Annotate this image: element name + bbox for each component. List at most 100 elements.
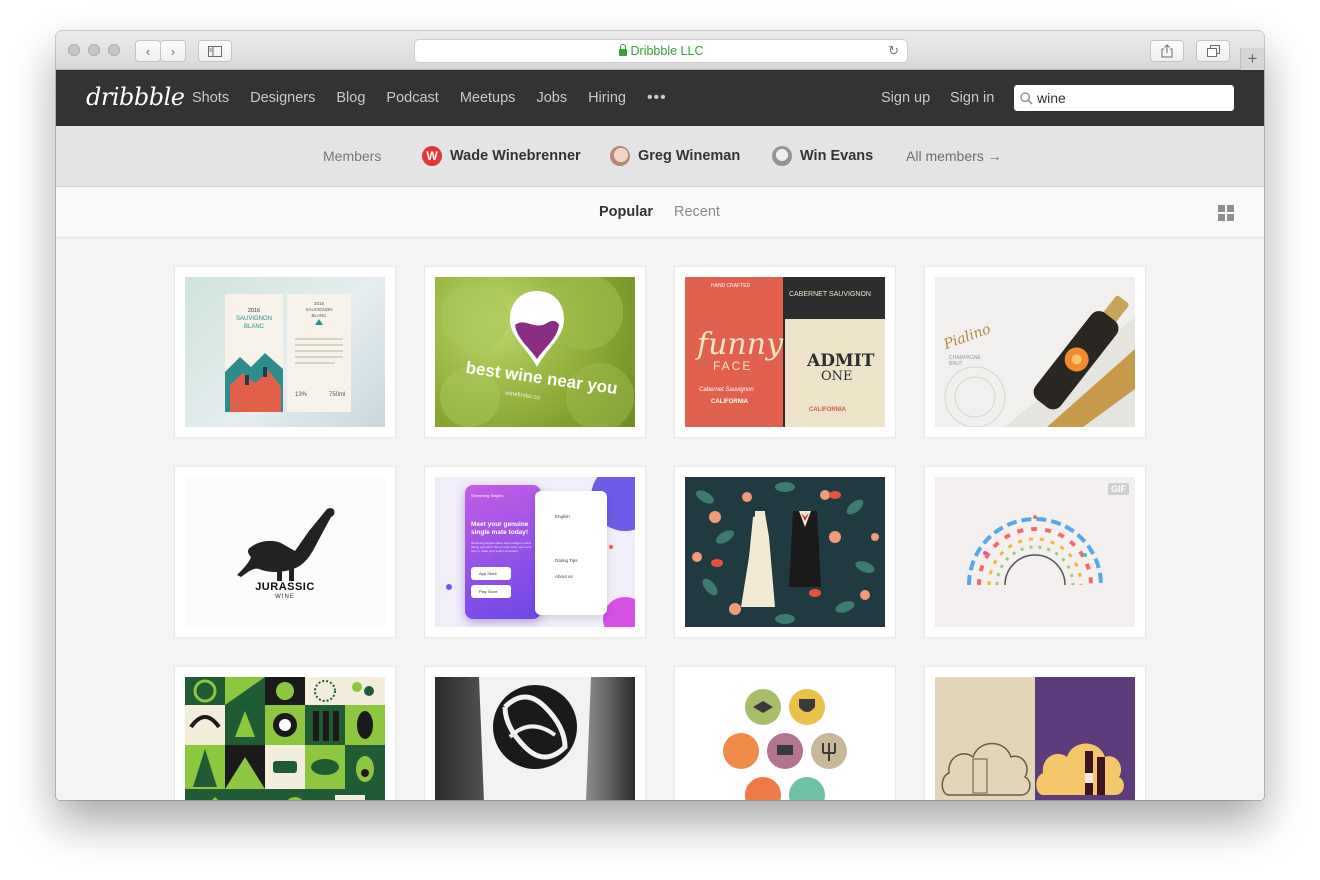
shot-card[interactable]: Pialino CHAMPAGNE BRUT (925, 267, 1145, 437)
shot-card[interactable]: JURASSIC WINE (175, 467, 395, 637)
nav-podcast[interactable]: Podcast (386, 90, 438, 106)
label-ca: CALIFORNIA (711, 399, 748, 405)
app-store-button[interactable]: App Store (471, 567, 511, 580)
avatar (772, 146, 792, 166)
shot-card[interactable] (925, 667, 1145, 800)
chevron-left-icon: ‹ (145, 43, 151, 59)
new-tab-button[interactable]: + (1240, 48, 1264, 70)
member-wade-winebrenner[interactable]: W Wade Winebrenner (422, 146, 581, 166)
nav-blog[interactable]: Blog (336, 90, 365, 106)
member-greg-wineman[interactable]: Greg Wineman (610, 146, 740, 166)
back-label-subtitle: BLANC (311, 313, 327, 318)
shot-thumbnail[interactable] (185, 677, 385, 800)
members-bar: Members W Wade Winebrenner Greg Wineman … (56, 126, 1264, 187)
label-cab: Cabernet Sauvignon (699, 387, 754, 393)
search-box (1014, 85, 1234, 111)
nav-jobs[interactable]: Jobs (536, 90, 567, 106)
minimize-window-button[interactable] (88, 44, 100, 56)
member-name: Greg Wineman (638, 148, 741, 164)
nav-hiring[interactable]: Hiring (588, 90, 626, 106)
plus-icon: + (1247, 49, 1258, 68)
shot-thumbnail[interactable] (685, 477, 885, 627)
shot-thumbnail[interactable] (935, 677, 1135, 800)
brand-sub: CHAMPAGNE BRUT (949, 355, 981, 367)
browser-window: ‹ › Dribbble LLC ↻ + dribbble Shots Desi… (56, 31, 1264, 800)
shot-thumbnail[interactable]: 2016 SAUVIGNON BLANC 2016 SAUVIGNON BLAN… (185, 277, 385, 427)
alcohol-label: 13% (295, 392, 308, 398)
play-store-button[interactable]: Play Store (471, 585, 511, 598)
label-year: 2016 (247, 308, 261, 314)
filter-bar: Popular Recent (56, 187, 1264, 238)
member-name: Wade Winebrenner (450, 148, 581, 164)
site-header: dribbble Shots Designers Blog Podcast Me… (56, 70, 1264, 126)
shot-card[interactable]: 2016 SAUVIGNON BLANC 2016 SAUVIGNON BLAN… (175, 267, 395, 437)
shot-card[interactable]: ME (425, 667, 645, 800)
sign-in-link[interactable]: Sign in (950, 70, 994, 126)
shot-thumbnail[interactable]: Streaming Singles Meet your genuine sing… (435, 477, 635, 627)
shots-grid: 2016 SAUVIGNON BLANC 2016 SAUVIGNON BLAN… (56, 239, 1264, 800)
tab-recent[interactable]: Recent (674, 204, 720, 220)
shot-thumbnail[interactable]: JURASSIC WINE (185, 477, 385, 627)
members-label: Members (323, 148, 382, 164)
shot-thumbnail[interactable]: HAND CRAFTED funny FACE Cabernet Sauvign… (685, 277, 885, 427)
sidebar-toggle-button[interactable] (198, 40, 232, 62)
shot-thumbnail[interactable]: GIF (935, 477, 1135, 627)
avatar (610, 146, 630, 166)
address-bar-label: Dribbble LLC (630, 44, 704, 58)
all-members-link[interactable]: All members → (906, 148, 1002, 164)
label-ca-right: CALIFORNIA (809, 407, 846, 413)
label-funny: funny (697, 327, 784, 362)
tab-popular[interactable]: Popular (599, 204, 653, 220)
search-icon (1020, 91, 1033, 105)
shot-card[interactable] (175, 667, 395, 800)
gif-badge: GIF (1108, 483, 1129, 495)
lock-icon (618, 43, 627, 56)
sign-up-link[interactable]: Sign up (881, 70, 930, 126)
close-window-button[interactable] (68, 44, 80, 56)
label-cab-top: CABERNET SAUVIGNON (789, 291, 871, 298)
label-handcrafted: HAND CRAFTED (711, 283, 751, 289)
shot-thumbnail[interactable]: Pialino CHAMPAGNE BRUT (935, 277, 1135, 427)
tabs-icon (1206, 45, 1220, 57)
tabs-overview-button[interactable] (1196, 40, 1230, 62)
reload-icon[interactable]: ↻ (888, 43, 899, 59)
browser-titlebar: ‹ › Dribbble LLC ↻ + (56, 31, 1264, 70)
label-one: ONE (821, 369, 853, 384)
shot-card[interactable] (675, 667, 895, 800)
dribbble-logo[interactable]: dribbble (86, 83, 185, 111)
more-menu-icon[interactable]: ••• (647, 89, 667, 107)
search-input[interactable] (1037, 90, 1217, 106)
member-win-evans[interactable]: Win Evans (772, 146, 873, 166)
shot-card[interactable]: Streaming Singles Meet your genuine sing… (425, 467, 645, 637)
address-bar[interactable]: Dribbble LLC ↻ (414, 39, 908, 63)
shot-thumbnail[interactable]: ME (435, 677, 635, 800)
menu-dating-tips: Dating Tips (555, 558, 578, 563)
app-headline: Meet your genuine single mate today! (471, 521, 529, 536)
member-name: Win Evans (800, 148, 874, 164)
shot-card[interactable]: GIF (925, 467, 1145, 637)
logo-title: JURASSIC (255, 581, 315, 593)
label-admit: ADMIT (807, 351, 875, 371)
app-body: Streaming singles offers and intelligent… (471, 541, 532, 553)
zoom-window-button[interactable] (108, 44, 120, 56)
shot-thumbnail[interactable]: best wine near you winefinder.co (435, 277, 635, 427)
nav-shots[interactable]: Shots (192, 90, 229, 106)
share-icon (1161, 44, 1173, 58)
forward-button[interactable]: › (160, 40, 186, 62)
grid-view-icon[interactable] (1218, 205, 1234, 221)
shot-card[interactable]: HAND CRAFTED funny FACE Cabernet Sauvign… (675, 267, 895, 437)
share-button[interactable] (1150, 40, 1184, 62)
shot-thumbnail[interactable] (685, 677, 885, 800)
label-title: SAUVIGNON (235, 316, 272, 322)
shot-card[interactable]: best wine near you winefinder.co (425, 267, 645, 437)
shot-card[interactable] (675, 467, 895, 637)
nav-meetups[interactable]: Meetups (460, 90, 516, 106)
main-nav: Shots Designers Blog Podcast Meetups Job… (192, 70, 688, 126)
chevron-right-icon: › (170, 43, 176, 59)
sidebar-icon (208, 45, 222, 57)
back-button[interactable]: ‹ (135, 40, 161, 62)
logo-sub: WINE (275, 594, 295, 600)
nav-designers[interactable]: Designers (250, 90, 315, 106)
avatar: W (422, 146, 442, 166)
volume-label: 750ml (329, 392, 346, 398)
